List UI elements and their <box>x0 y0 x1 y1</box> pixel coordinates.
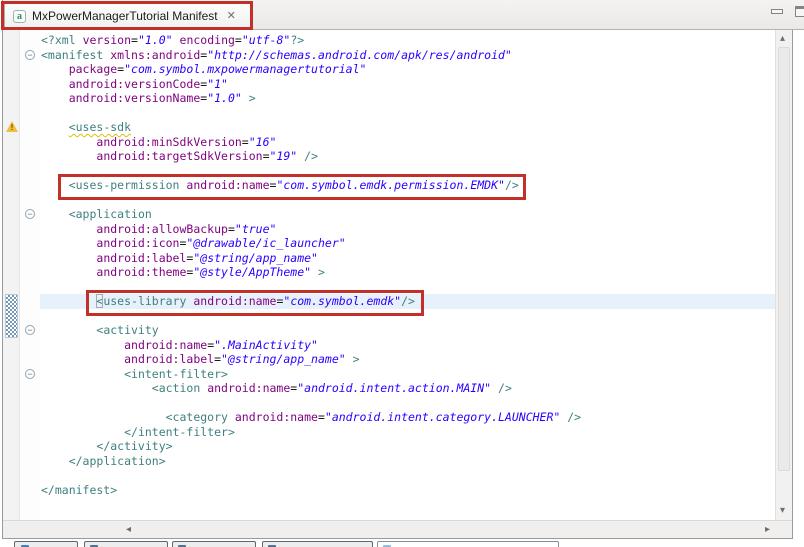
maximize-icon[interactable] <box>795 6 804 17</box>
code-line: </intent-filter> <box>41 425 775 440</box>
code-line <box>41 280 775 295</box>
code-line <box>41 106 775 121</box>
scroll-left-icon[interactable]: ◂ <box>126 525 131 535</box>
xml-source-editor: ! <?xml version="1.0" encoding="utf-8"?>… <box>3 30 792 520</box>
code-line: android:versionCode="1" <box>41 77 775 92</box>
code-line: </activity> <box>41 439 775 454</box>
code-line: <intent-filter> <box>41 367 775 382</box>
code-line <box>41 309 775 324</box>
code-line: android:label="@string/app_name" <box>41 251 775 266</box>
code-line: <uses-sdk <box>41 120 775 135</box>
fold-collapse-icon[interactable]: − <box>25 50 35 60</box>
vertical-scroll-thumb[interactable] <box>778 47 790 471</box>
code-line: <category android:name="android.intent.c… <box>41 410 775 425</box>
bottom-tab-stub[interactable] <box>84 541 168 547</box>
code-line: android:theme="@style/AppTheme" > <box>41 265 775 280</box>
minimize-icon[interactable] <box>771 9 783 14</box>
fold-collapse-icon[interactable]: − <box>25 209 35 219</box>
tab-title: MxPowerManagerTutorial Manifest <box>32 9 218 23</box>
scroll-down-icon[interactable]: ▾ <box>780 506 785 516</box>
horizontal-scrollbar[interactable]: ◂ ▸ <box>3 520 792 538</box>
close-icon[interactable]: ✕ <box>227 11 236 22</box>
code-line: <uses-permission android:name="com.symbo… <box>41 178 775 193</box>
vertical-scrollbar[interactable]: ▴ ▾ <box>775 30 792 520</box>
code-line: <uses-library android:name="com.symbol.e… <box>41 294 775 309</box>
bottom-tab-stub[interactable] <box>14 541 78 547</box>
code-line: </application> <box>41 454 775 469</box>
code-line: package="com.symbol.mxpowermanagertutori… <box>41 62 775 77</box>
code-line: android:targetSdkVersion="19" /> <box>41 149 775 164</box>
bottom-tab-stub[interactable] <box>262 541 373 547</box>
code-line: android:versionName="1.0" > <box>41 91 775 106</box>
code-line: <action android:name="android.intent.act… <box>41 381 775 396</box>
scroll-right-icon[interactable]: ▸ <box>765 525 770 535</box>
code-line: android:minSdkVersion="16" <box>41 135 775 150</box>
fold-collapse-icon[interactable]: − <box>25 325 35 335</box>
code-line <box>41 193 775 208</box>
editor-pane: ! <?xml version="1.0" encoding="utf-8"?>… <box>2 30 793 539</box>
manifest-file-icon: a <box>13 10 26 23</box>
bottom-tab-stub[interactable] <box>172 541 256 547</box>
editor-tab-bar: a MxPowerManagerTutorial Manifest ✕ <box>2 0 804 30</box>
code-line: android:allowBackup="true" <box>41 222 775 237</box>
code-lines[interactable]: <?xml version="1.0" encoding="utf-8"?><m… <box>3 30 775 520</box>
code-line: <?xml version="1.0" encoding="utf-8"?> <box>41 33 775 48</box>
tab-manifest-editor[interactable]: a MxPowerManagerTutorial Manifest ✕ <box>4 1 252 30</box>
eclipse-editor-window: a MxPowerManagerTutorial Manifest ✕ ! <?… <box>0 0 804 547</box>
code-line: <manifest xmlns:android="http://schemas.… <box>41 48 775 63</box>
code-line: android:label="@string/app_name" > <box>41 352 775 367</box>
code-line <box>41 396 775 411</box>
code-line: <application <box>41 207 775 222</box>
code-line: android:icon="@drawable/ic_launcher" <box>41 236 775 251</box>
bottom-tab-strip <box>0 540 804 547</box>
code-line: </manifest> <box>41 483 775 498</box>
code-line: <activity <box>41 323 775 338</box>
code-line: android:name=".MainActivity" <box>41 338 775 353</box>
code-line <box>41 468 775 483</box>
scroll-up-icon[interactable]: ▴ <box>780 34 785 44</box>
bottom-tab-stub-selected[interactable] <box>377 541 559 547</box>
fold-collapse-icon[interactable]: − <box>25 369 35 379</box>
code-line <box>41 164 775 179</box>
